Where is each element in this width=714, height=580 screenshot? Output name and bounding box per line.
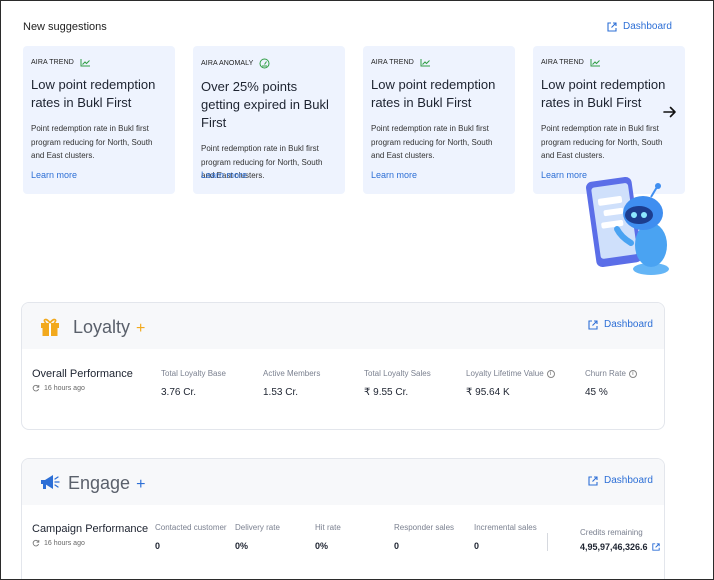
credits-remaining: Credits remaining 4,95,97,46,326.6 (580, 528, 660, 552)
metric-responder-sales: Responder sales 0 (394, 523, 454, 551)
external-link-icon (588, 475, 598, 486)
learn-more-link[interactable]: Learn more (201, 170, 247, 180)
last-updated: 16 hours ago (32, 539, 85, 547)
metric-label: Delivery rate (235, 523, 280, 532)
credits-value: 4,95,97,46,326.6 (580, 542, 648, 552)
loyalty-section: Loyalty + Dashboard Overall Performance 1… (21, 302, 665, 430)
metric-value: 0 (394, 541, 400, 551)
plus-icon: + (136, 476, 146, 493)
card-tag: AIRA TREND (31, 58, 167, 67)
card-tag-label: AIRA TREND (371, 59, 414, 66)
gift-icon (41, 318, 59, 336)
robot-illustration (586, 176, 669, 275)
card-title: Over 25% points getting expired in Bukl … (201, 79, 329, 130)
info-icon[interactable]: i (628, 369, 637, 378)
metric-active-members: Active Members 1.53 Cr. (263, 369, 320, 398)
trend-icon (420, 59, 430, 67)
external-link-icon (607, 21, 617, 32)
metric-value: 0 (155, 541, 161, 551)
suggestion-card[interactable]: AIRA TREND Low point redemption rates in… (23, 46, 175, 194)
metric-hit-rate: Hit rate 0% (315, 523, 341, 551)
metric-total-loyalty-base: Total Loyalty Base 3.76 Cr. (161, 369, 226, 398)
campaign-performance-title: Campaign Performance (32, 523, 149, 535)
overall-performance-title: Overall Performance (32, 368, 133, 380)
metric-value: ₹ 9.55 Cr. (364, 387, 409, 398)
trend-icon (590, 59, 600, 67)
engage-section: Engage + Dashboard Campaign Performance 1… (21, 458, 665, 579)
learn-more-link[interactable]: Learn more (371, 170, 417, 180)
credits-value-row: 4,95,97,46,326.6 (580, 542, 660, 552)
plus-icon: + (136, 320, 146, 337)
card-tag: AIRA TREND (371, 58, 507, 67)
app-frame: New suggestions Dashboard AIRA TREND Low… (0, 0, 714, 580)
metric-value: 0 (474, 541, 480, 551)
metric-value: 3.76 Cr. (161, 387, 197, 398)
metric-label: Hit rate (315, 523, 341, 532)
card-body: Point redemption rate in Bukl first prog… (541, 124, 663, 160)
external-link-icon[interactable] (651, 543, 660, 551)
card-title: Low point redemption rates in Bukl First (31, 77, 156, 110)
metric-total-loyalty-sales: Total Loyalty Sales ₹ 9.55 Cr. (364, 369, 431, 398)
anomaly-gauge-icon (259, 58, 270, 69)
metric-label: Total Loyalty Base (161, 369, 226, 378)
metric-label: Total Loyalty Sales (364, 369, 431, 378)
dashboard-label: Dashboard (623, 21, 672, 32)
metric-value: ₹ 95.64 K (466, 387, 510, 398)
info-icon[interactable]: i (546, 369, 555, 378)
metric-label: Contacted customer (155, 523, 227, 532)
metric-churn-rate: Churn Rate i 45 % (585, 369, 637, 398)
metric-contacted-customer: Contacted customer 0 (155, 523, 227, 551)
card-title: Low point redemption rates in Bukl First (371, 77, 496, 110)
metric-label: Loyalty Lifetime Value i (466, 369, 555, 378)
card-tag-label: AIRA TREND (31, 59, 74, 66)
loyalty-header: Loyalty + Dashboard (22, 303, 664, 349)
suggestions-title: New suggestions (23, 21, 107, 33)
card-body: Point redemption rate in Bukl first prog… (31, 124, 153, 160)
external-link-icon (588, 319, 598, 330)
divider (547, 533, 548, 551)
loyalty-name: Loyalty (73, 317, 131, 337)
engage-title: Engage + (68, 473, 145, 494)
card-title: Low point redemption rates in Bukl First (541, 77, 666, 110)
metric-value: 0% (235, 541, 249, 551)
dashboard-label: Dashboard (604, 475, 653, 486)
loyalty-dashboard-link[interactable]: Dashboard (588, 319, 653, 330)
metric-value: 0% (315, 541, 329, 551)
card-tag-label: AIRA ANOMALY (201, 60, 254, 67)
learn-more-link[interactable]: Learn more (31, 170, 77, 180)
card-body: Point redemption rate in Bukl first prog… (371, 124, 493, 160)
metric-label-text: Churn Rate (585, 369, 626, 378)
metric-incremental-sales: Incremental sales 0 (474, 523, 537, 551)
loyalty-title: Loyalty + (73, 317, 145, 338)
updated-text: 16 hours ago (44, 539, 85, 547)
metric-label: Active Members (263, 369, 321, 378)
metric-value: 1.53 Cr. (263, 387, 299, 398)
suggestions-dashboard-link[interactable]: Dashboard (607, 21, 672, 32)
metric-value: 45 % (585, 387, 608, 398)
metric-label: Churn Rate i (585, 369, 637, 378)
updated-text: 16 hours ago (44, 384, 85, 392)
card-tag-label: AIRA TREND (541, 59, 584, 66)
engage-dashboard-link[interactable]: Dashboard (588, 475, 653, 486)
credits-label: Credits remaining (580, 528, 643, 537)
last-updated: 16 hours ago (32, 384, 85, 392)
metric-label: Incremental sales (474, 523, 537, 532)
megaphone-icon (41, 475, 60, 489)
dashboard-label: Dashboard (604, 319, 653, 330)
metric-delivery-rate: Delivery rate 0% (235, 523, 280, 551)
arrow-right-icon[interactable] (661, 103, 679, 121)
card-tag: AIRA ANOMALY (201, 58, 337, 69)
refresh-icon (32, 384, 40, 392)
card-tag: AIRA TREND (541, 58, 677, 67)
metric-loyalty-lifetime-value: Loyalty Lifetime Value i ₹ 95.64 K (466, 369, 555, 398)
engage-name: Engage (68, 473, 131, 493)
metric-label: Responder sales (394, 523, 455, 532)
trend-icon (80, 59, 90, 67)
metric-label-text: Loyalty Lifetime Value (466, 369, 544, 378)
suggestion-card[interactable]: AIRA TREND Low point redemption rates in… (363, 46, 515, 194)
suggestion-card[interactable]: AIRA ANOMALY Over 25% points getting exp… (193, 46, 345, 194)
refresh-icon (32, 539, 40, 547)
engage-header: Engage + Dashboard (22, 459, 664, 505)
